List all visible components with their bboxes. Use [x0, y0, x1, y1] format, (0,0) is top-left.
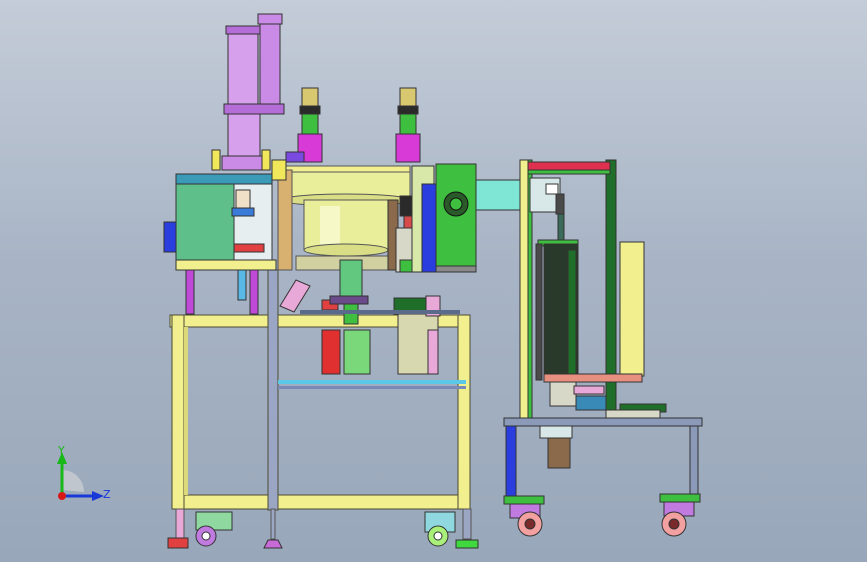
triad-plane [62, 470, 84, 492]
origin-dot [58, 492, 66, 500]
y-axis-label: Y [57, 444, 65, 457]
cad-viewport[interactable]: Y Z [0, 0, 867, 562]
axes-triad[interactable]: Y Z [0, 0, 867, 562]
z-axis-label: Z [103, 488, 111, 501]
